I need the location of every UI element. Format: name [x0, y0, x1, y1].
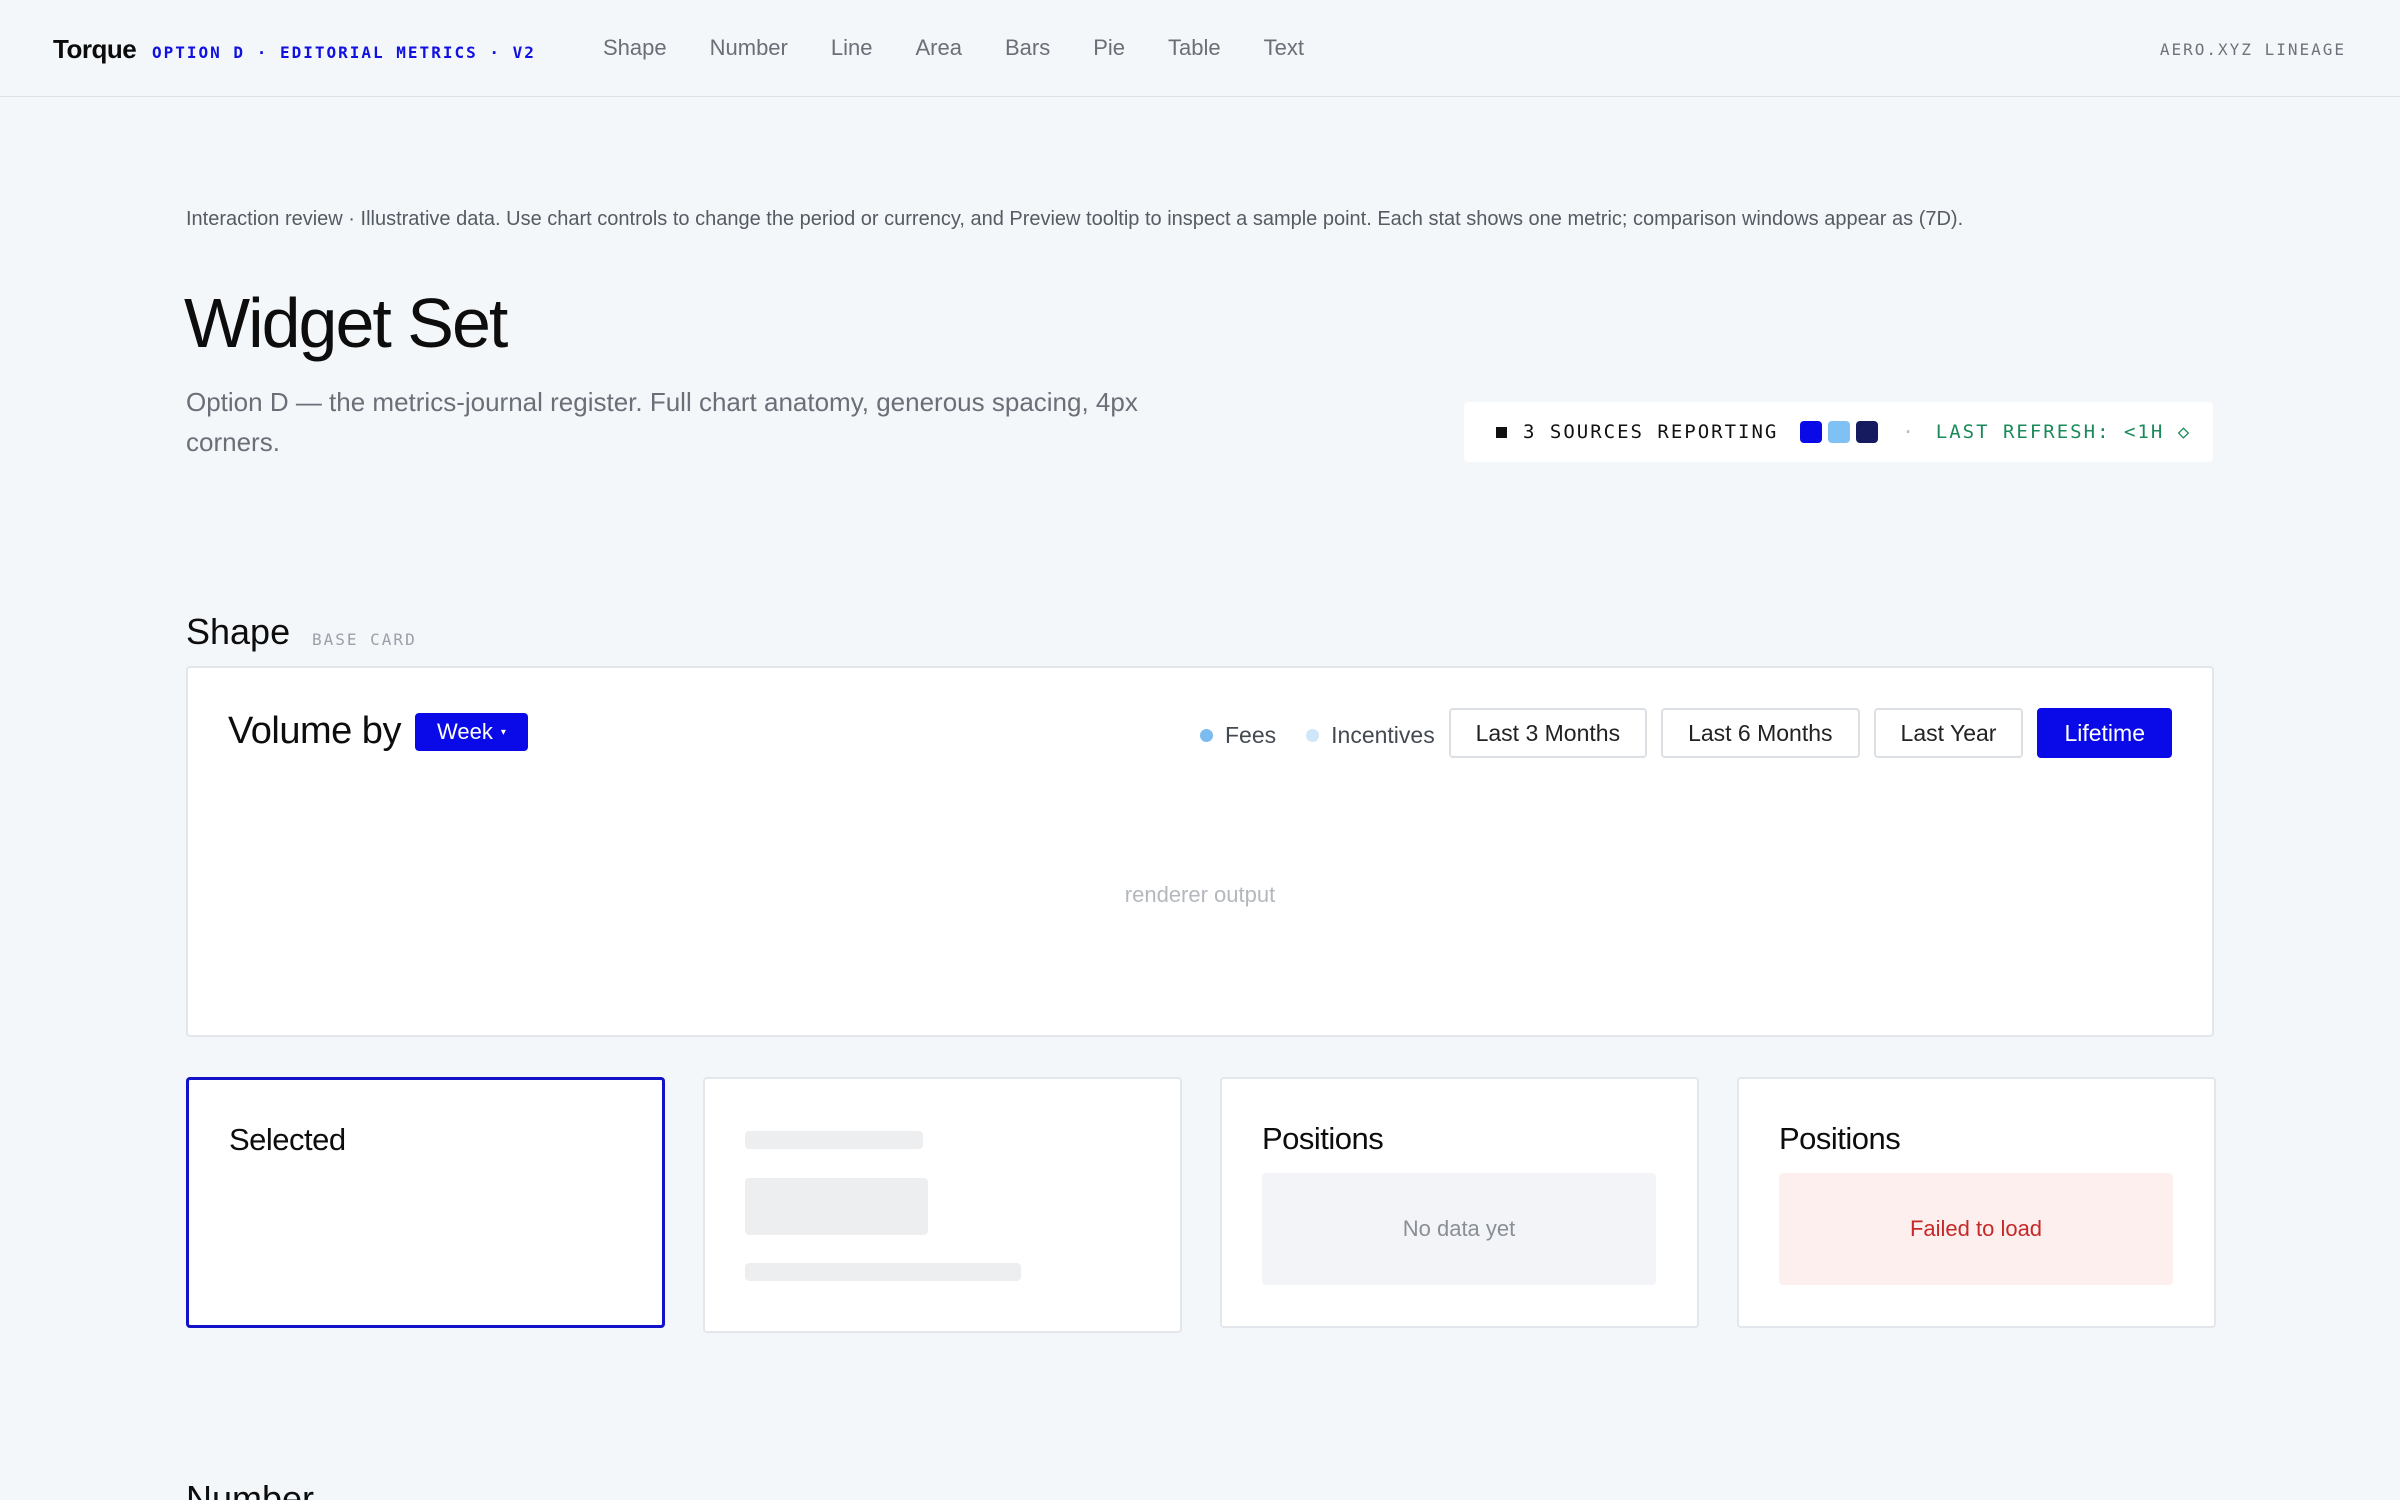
selected-card[interactable]: Selected	[186, 1077, 665, 1328]
section-title-number: Number	[186, 1478, 315, 1500]
renderer-placeholder: renderer output	[1124, 882, 1276, 907]
nav-item-pie[interactable]: Pie	[1093, 35, 1125, 61]
section-tag: BASE CARD	[312, 630, 417, 649]
source-indicators	[1800, 421, 1879, 443]
nav-item-number[interactable]: Number	[710, 35, 788, 61]
legend-dot-icon	[1200, 729, 1213, 742]
card-title: Positions	[1262, 1121, 1384, 1156]
status-square-icon	[1496, 426, 1507, 438]
lineage-link[interactable]: AERO.XYZ LINEAGE	[2160, 40, 2346, 59]
nav-item-shape[interactable]: Shape	[603, 35, 667, 61]
page-title: Widget Set	[184, 284, 508, 362]
interaction-note: Interaction review · Illustrative data. …	[186, 208, 1964, 230]
period-dropdown-label: Week	[437, 719, 493, 744]
source-dot	[1800, 421, 1823, 443]
range-button-lifetime[interactable]: Lifetime	[2037, 708, 2172, 758]
skeleton-line	[745, 1263, 1021, 1281]
chevron-down-icon: ▾	[500, 726, 506, 738]
range-button-3m[interactable]: Last 3 Months	[1448, 708, 1648, 758]
page-subtitle: Option D — the metrics-journal register.…	[186, 387, 1138, 457]
loading-card	[703, 1077, 1182, 1333]
section-nav: Shape Number Line Area Bars Pie Table Te…	[603, 35, 1347, 61]
range-button-1y[interactable]: Last Year	[1873, 708, 2024, 758]
nav-item-table[interactable]: Table	[1168, 35, 1221, 61]
range-selector: Last 3 Months Last 6 Months Last Year Li…	[1448, 708, 2172, 758]
empty-state: No data yet	[1262, 1173, 1656, 1285]
card-title: Positions	[1779, 1121, 1901, 1156]
nav-item-line[interactable]: Line	[831, 35, 873, 61]
source-status-bar: 3 SOURCES REPORTING · LAST REFRESH: <1H …	[1464, 402, 2213, 462]
error-state: Failed to load	[1779, 1173, 2173, 1285]
volume-card: Volume by Week ▾ Fees Incentives Last 3 …	[186, 666, 2214, 1037]
range-button-6m[interactable]: Last 6 Months	[1661, 708, 1860, 758]
empty-card: Positions No data yet	[1220, 1077, 1699, 1328]
skeleton-value	[745, 1178, 928, 1235]
nav-item-bars[interactable]: Bars	[1005, 35, 1050, 61]
legend-dot-icon	[1306, 729, 1320, 742]
status-separator: ·	[1902, 421, 1916, 443]
top-nav-bar: Torque OPTION D · EDITORIAL METRICS · V2…	[0, 0, 2400, 97]
brand-logo[interactable]: Torque	[53, 34, 137, 65]
sources-reporting-text: 3 SOURCES REPORTING	[1523, 421, 1779, 443]
skeleton-line	[745, 1131, 923, 1149]
legend-label: Fees	[1225, 722, 1277, 748]
legend-item-incentives[interactable]: Incentives	[1306, 722, 1435, 749]
brand-subtitle: OPTION D · EDITORIAL METRICS · V2	[152, 43, 536, 62]
nav-item-text[interactable]: Text	[1264, 35, 1304, 61]
period-dropdown[interactable]: Week ▾	[415, 713, 528, 751]
source-dot	[1856, 421, 1879, 443]
card-title: Volume by	[228, 710, 401, 752]
card-title: Selected	[229, 1122, 346, 1157]
last-refresh-text: LAST REFRESH: <1H ◇	[1935, 421, 2192, 443]
source-dot	[1828, 421, 1851, 443]
nav-item-area[interactable]: Area	[915, 35, 961, 61]
legend-label: Incentives	[1331, 722, 1435, 748]
legend-item-fees[interactable]: Fees	[1200, 722, 1276, 749]
chart-legend: Fees Incentives	[1200, 722, 1465, 749]
error-card: Positions Failed to load	[1737, 1077, 2216, 1328]
section-title-shape: Shape	[186, 611, 291, 652]
